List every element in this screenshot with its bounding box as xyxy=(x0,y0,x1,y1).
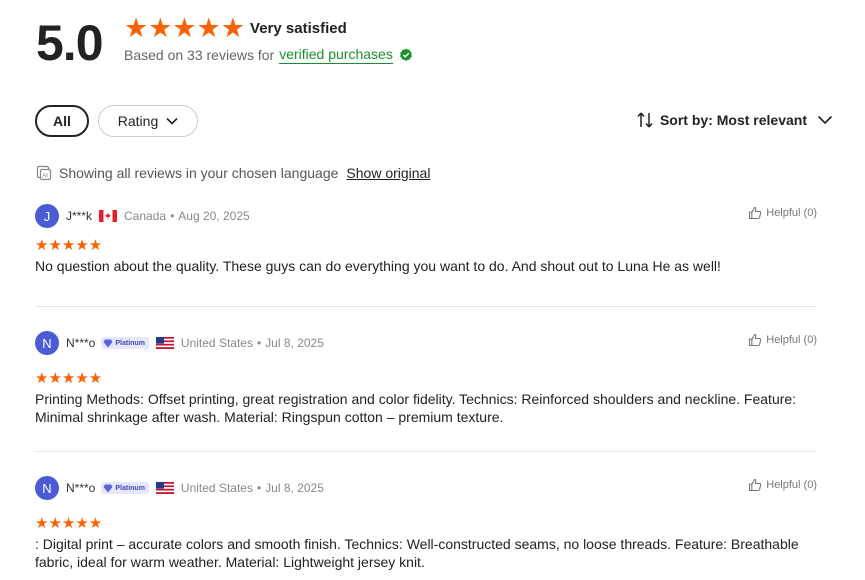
reviewer-name: J***k xyxy=(66,209,93,223)
sort-arrows-icon xyxy=(637,112,653,128)
reviewer-country: United States xyxy=(180,336,253,350)
language-note-text: Showing all reviews in your chosen langu… xyxy=(59,165,339,181)
thumbs-up-icon xyxy=(749,333,762,347)
reviewer-country: Canada xyxy=(124,209,167,223)
helpful-button[interactable]: Helpful (0) xyxy=(748,333,817,347)
rating-dropdown-label: Rating xyxy=(117,113,159,129)
sort-dropdown[interactable]: Sort by: Most relevant xyxy=(636,111,833,129)
separator-dot: • xyxy=(170,209,175,223)
sort-label: Sort by: Most relevant xyxy=(659,112,807,128)
summary-stars-row: ★★★★★ Very satisfied xyxy=(124,15,347,42)
helpful-count: Helpful (0) xyxy=(766,334,817,346)
reviewer-country: United States xyxy=(180,481,253,495)
review-stars: ★★★★★ xyxy=(35,237,103,254)
review-header: N N***o Platinum United States • Jul 8, … xyxy=(35,331,817,355)
review-date: Aug 20, 2025 xyxy=(178,209,250,223)
divider xyxy=(35,451,817,452)
divider xyxy=(35,306,817,307)
review-header: J J***k Canada • Aug 20, 2025 xyxy=(35,204,817,228)
platinum-badge: Platinum xyxy=(101,337,149,349)
avatar: N xyxy=(35,476,59,500)
review-card: N N***o Platinum United States • Jul 8, … xyxy=(35,331,817,426)
separator-dot: • xyxy=(256,336,262,350)
review-header: N N***o Platinum United States • Jul 8, … xyxy=(35,476,817,500)
platinum-badge: Platinum xyxy=(101,482,149,494)
review-text: : Digital print – accurate colors and sm… xyxy=(35,536,799,570)
summary-stars: ★★★★★ xyxy=(124,13,246,43)
reviewer-name: N***o xyxy=(66,481,96,495)
satisfaction-label: Very satisfied xyxy=(250,20,347,37)
diamond-icon xyxy=(103,484,113,492)
helpful-count: Helpful (0) xyxy=(766,207,817,219)
us-flag-icon xyxy=(155,482,174,494)
chevron-down-icon xyxy=(166,117,178,125)
reviewer-name: N***o xyxy=(66,336,96,350)
review-text: Printing Methods: Offset printing, great… xyxy=(35,391,797,425)
review-stars: ★★★★★ xyxy=(35,515,103,532)
review-card: N N***o Platinum United States • Jul 8, … xyxy=(35,476,817,571)
review-text: No question about the quality. These guy… xyxy=(35,258,721,274)
review-date: Jul 8, 2025 xyxy=(265,336,324,350)
avatar: J xyxy=(35,204,59,228)
diamond-icon xyxy=(103,339,113,347)
thumbs-up-icon xyxy=(749,478,762,492)
svg-text:AI: AI xyxy=(42,174,48,180)
based-on-text: Based on 33 reviews for xyxy=(124,47,275,63)
filter-rating-dropdown[interactable]: Rating xyxy=(98,105,198,137)
us-flag-icon xyxy=(155,337,174,349)
review-count-line: Based on 33 reviews for verified purchas… xyxy=(124,46,413,64)
verified-check-icon xyxy=(399,48,412,61)
badge-label: Platinum xyxy=(115,484,145,492)
canada-flag-icon xyxy=(99,210,118,222)
show-original-link[interactable]: Show original xyxy=(346,165,430,181)
helpful-count: Helpful (0) xyxy=(766,479,817,491)
filter-all-button[interactable]: All xyxy=(35,105,89,137)
review-card: J J***k Canada • Aug 20, 2025 Helpful (0… xyxy=(35,204,817,275)
separator-dot: • xyxy=(256,481,262,495)
verified-purchases-link[interactable]: verified purchases xyxy=(279,46,393,64)
thumbs-up-icon xyxy=(749,206,762,220)
avatar: N xyxy=(35,331,59,355)
badge-label: Platinum xyxy=(115,339,145,347)
helpful-button[interactable]: Helpful (0) xyxy=(748,206,817,220)
review-date: Jul 8, 2025 xyxy=(265,481,324,495)
chevron-down-icon xyxy=(817,115,833,125)
helpful-button[interactable]: Helpful (0) xyxy=(748,478,817,492)
average-score: 5.0 xyxy=(36,15,104,71)
review-stars: ★★★★★ xyxy=(35,370,103,387)
language-notice: AI Showing all reviews in your chosen la… xyxy=(36,165,430,181)
translate-icon: AI xyxy=(36,165,52,181)
